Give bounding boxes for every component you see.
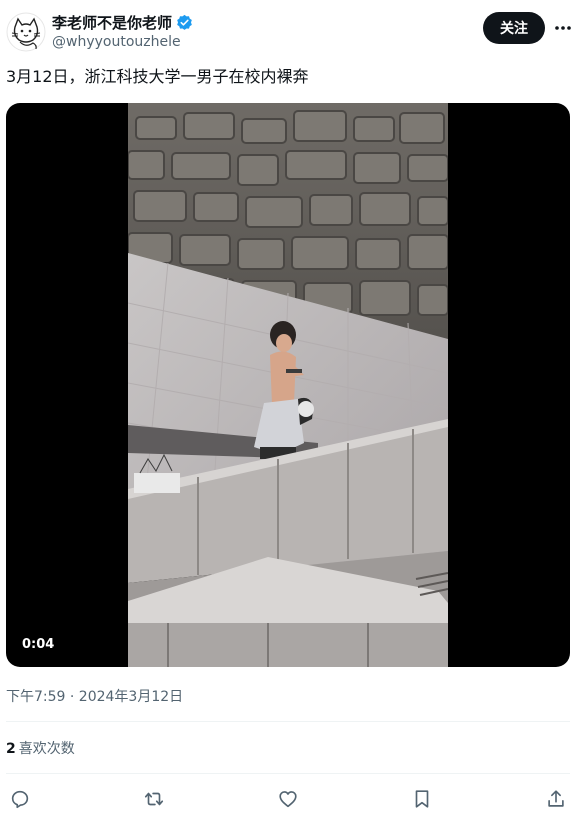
likes-stat[interactable]: 2 喜欢次数 <box>6 738 75 758</box>
action-bar <box>0 782 586 816</box>
video-player[interactable]: 0:04 <box>6 103 570 667</box>
verified-badge-icon <box>177 14 192 30</box>
tweet-timestamp[interactable]: 下午7:59 · 2024年3月12日 <box>6 686 183 706</box>
like-button[interactable] <box>275 786 301 812</box>
likes-count: 2 <box>6 741 16 757</box>
divider <box>6 721 570 722</box>
video-frame <box>128 103 448 667</box>
divider <box>6 773 570 774</box>
reply-button[interactable] <box>7 786 33 812</box>
follow-button[interactable]: 关注 <box>483 12 545 44</box>
bookmark-icon <box>415 790 429 808</box>
more-options-button[interactable] <box>551 16 575 40</box>
video-duration: 0:04 <box>22 637 55 652</box>
share-icon <box>548 790 564 807</box>
avatar[interactable] <box>6 12 46 52</box>
name-row: 李老师不是你老师 <box>52 12 193 33</box>
likes-label: 喜欢次数 <box>18 741 75 757</box>
bookmark-button[interactable] <box>409 786 435 812</box>
display-name[interactable]: 李老师不是你老师 <box>52 12 172 33</box>
retweet-button[interactable] <box>141 786 167 812</box>
more-horizontal-icon <box>555 26 571 30</box>
share-button[interactable] <box>543 786 569 812</box>
heart-icon <box>279 791 297 808</box>
retweet-icon <box>144 792 164 806</box>
reply-bubble-icon <box>11 790 29 809</box>
tweet-text: 3月12日，浙江科技大学一男子在校内裸奔 <box>6 67 309 86</box>
cat-doodle-avatar-icon <box>6 12 46 52</box>
video-still-image <box>128 103 448 667</box>
tweet-header: 李老师不是你老师 @whyyoutouzhele 关注 <box>0 0 586 64</box>
author-handle[interactable]: @whyyoutouzhele <box>52 34 181 50</box>
